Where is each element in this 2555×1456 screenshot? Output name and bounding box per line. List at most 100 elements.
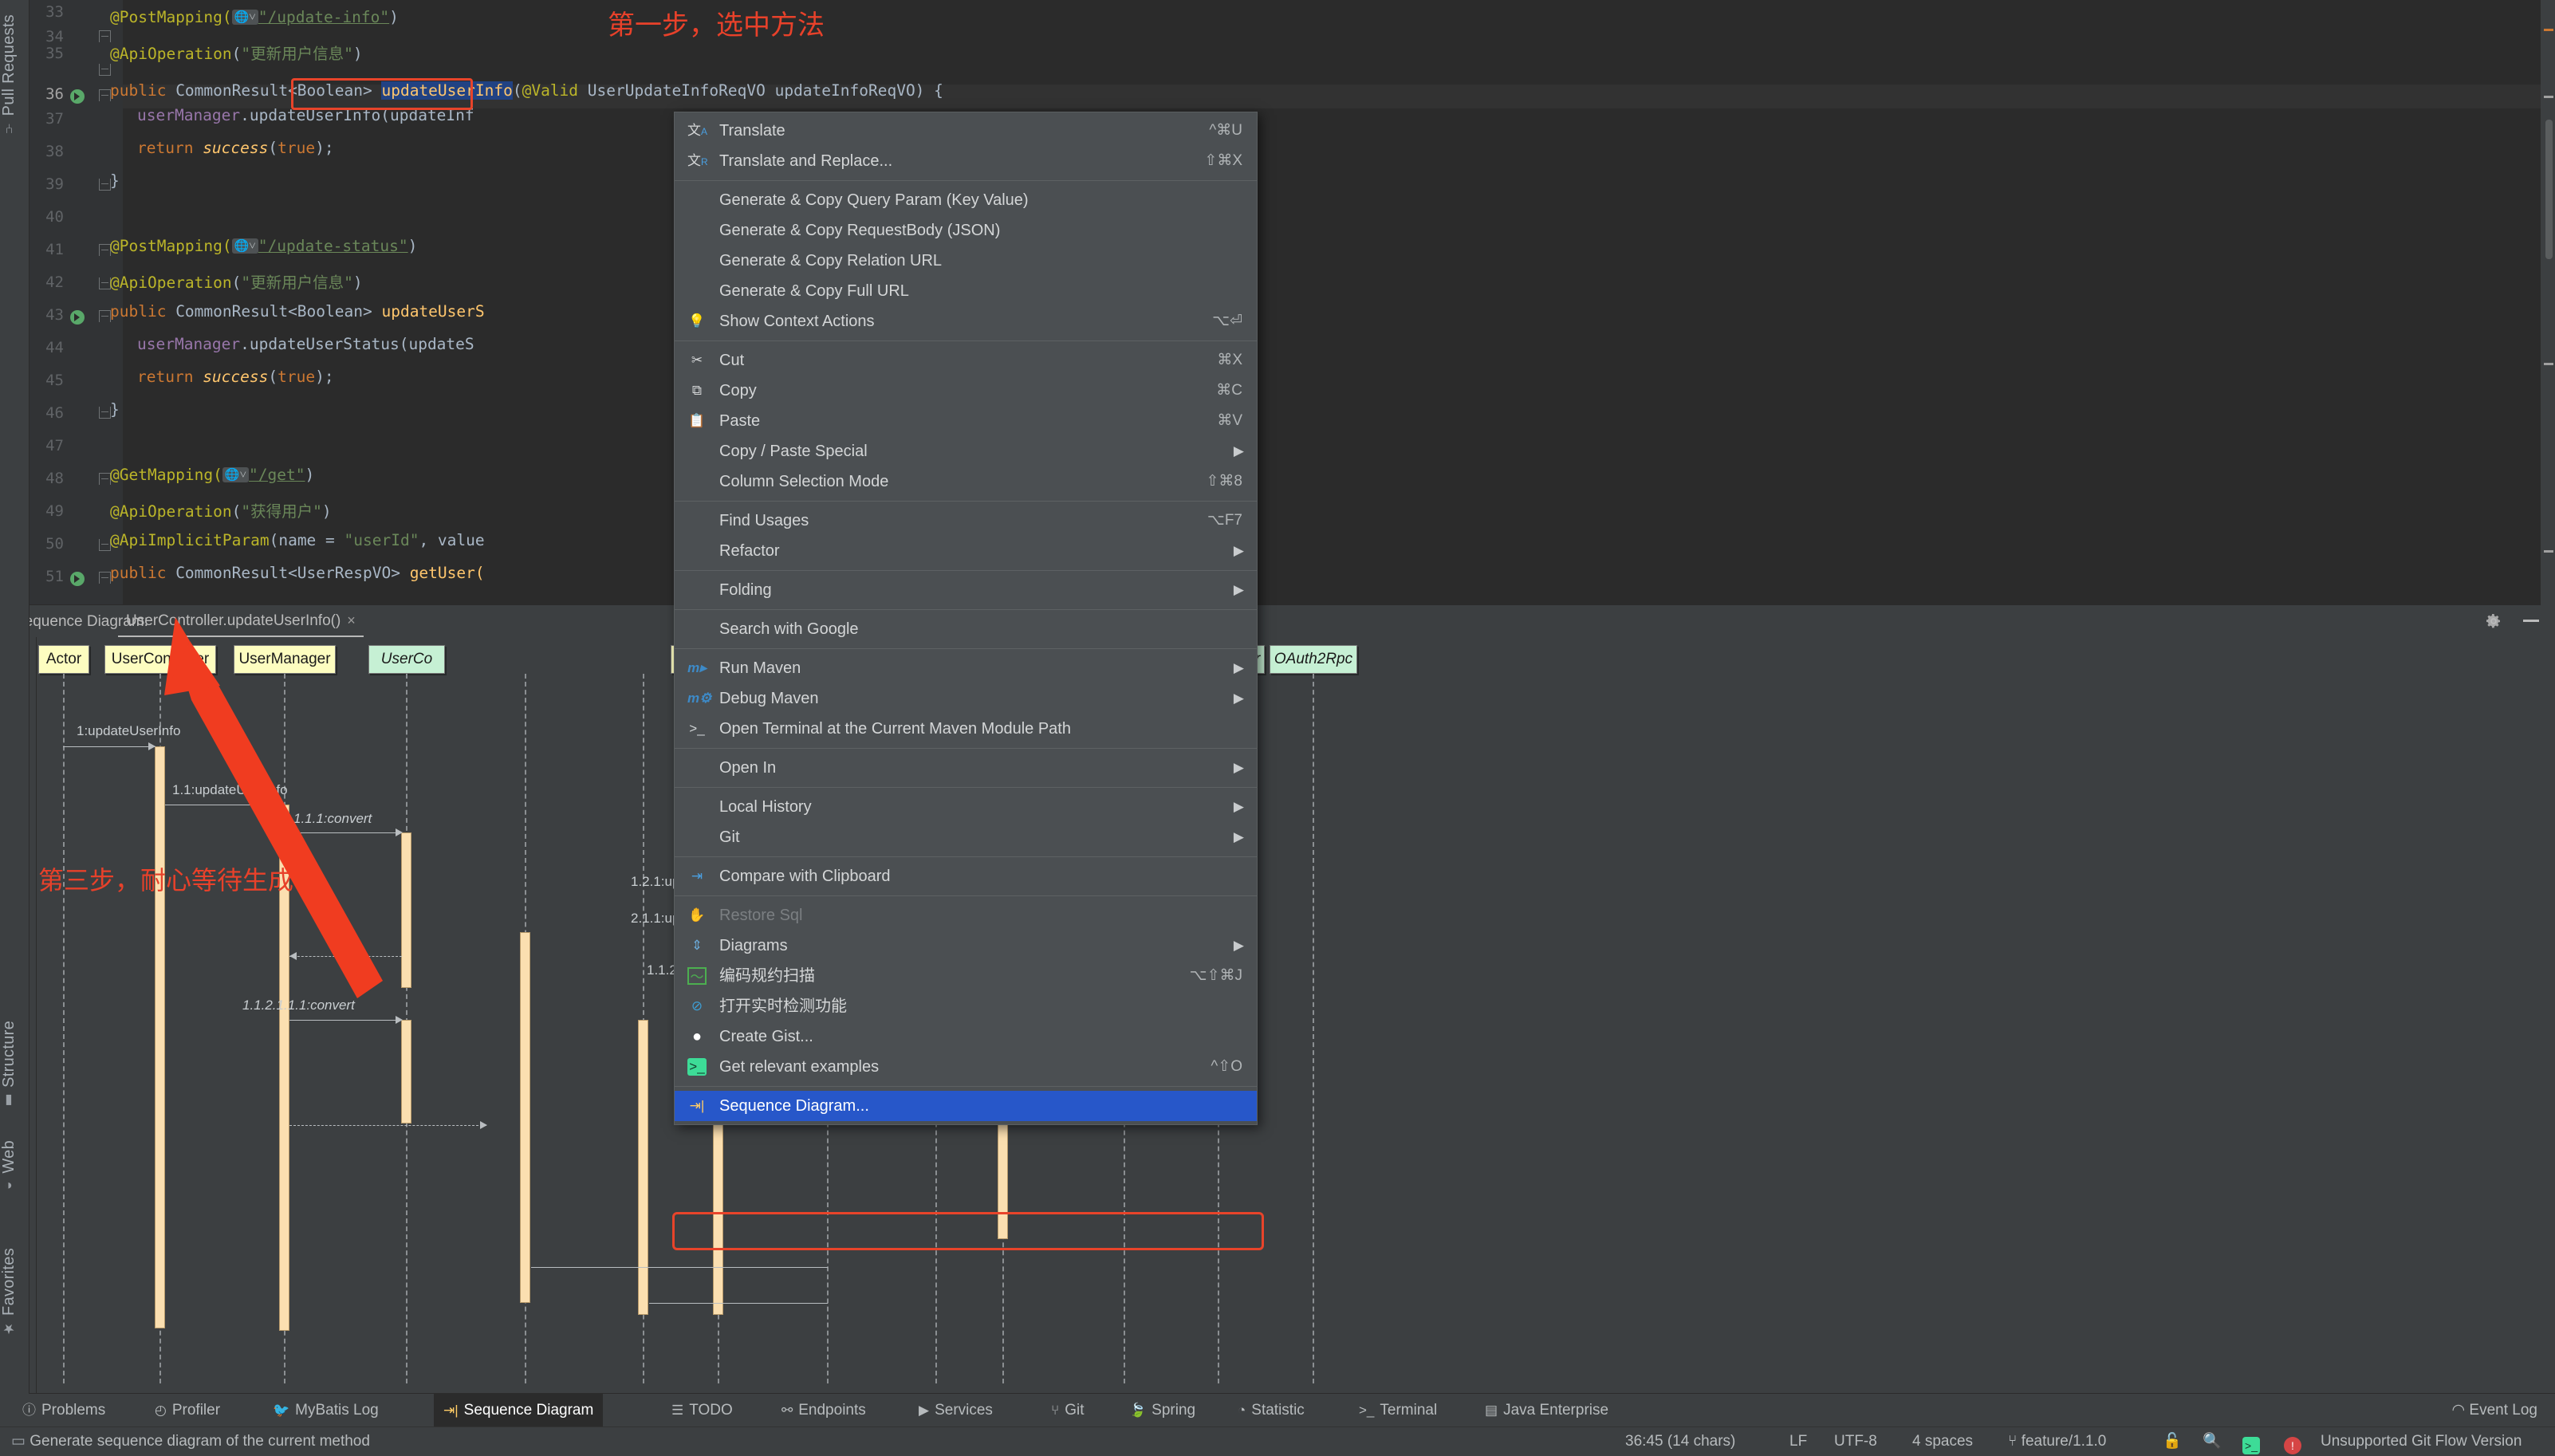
run-gutter-icon[interactable] — [70, 310, 85, 325]
gear-icon[interactable] — [2485, 612, 2502, 630]
menu-item-compare-with-clipboard[interactable]: ⇥ Compare with Clipboard — [675, 861, 1257, 891]
menu-item-shortcut: ⌥F7 — [1207, 506, 1242, 536]
editor-context-menu[interactable]: 文A Translate ^⌘U 文R Translate and Replac… — [674, 112, 1258, 1125]
menu-item-generate-relation-url[interactable]: Generate & Copy Relation URL — [675, 246, 1257, 276]
menu-item-diagrams[interactable]: ⇕ Diagrams ▶ — [675, 931, 1257, 961]
menu-item-sequence-diagram[interactable]: ⇥| Sequence Diagram... — [675, 1091, 1257, 1121]
favorites-icon: ★ — [1, 1320, 16, 1336]
menu-item-column-selection-mode[interactable]: Column Selection Mode ⇧⌘8 — [675, 466, 1257, 497]
sidebar-tab-pull-requests[interactable]: ⑂ Pull Requests — [0, 14, 18, 134]
fold-handle[interactable] — [99, 179, 111, 191]
file-encoding[interactable]: UTF-8 — [1834, 1427, 1877, 1456]
line-separator[interactable]: LF — [1789, 1427, 1807, 1456]
menu-item-copy-paste-special[interactable]: Copy / Paste Special ▶ — [675, 436, 1257, 466]
fold-handle[interactable] — [99, 277, 111, 289]
menu-item-translate-and-replace[interactable]: 文R Translate and Replace... ⇧⌘X — [675, 146, 1257, 176]
menu-item-find-usages[interactable]: Find Usages ⌥F7 — [675, 506, 1257, 536]
fold-handle[interactable] — [99, 407, 111, 419]
bottom-tab-mybatis-log[interactable]: 🐦MyBatis Log — [263, 1394, 388, 1427]
menu-item-realtime-check[interactable]: ⊘ 打开实时检测功能 — [675, 991, 1257, 1021]
fold-handle[interactable] — [99, 244, 111, 256]
terminal-badge-icon[interactable]: >_ — [2242, 1427, 2260, 1456]
line-number: 48 — [32, 470, 64, 487]
scroll-marker[interactable] — [2544, 550, 2553, 553]
fold-handle[interactable] — [99, 473, 111, 485]
sequence-diagram-scrollbar[interactable] — [2541, 604, 2555, 1394]
menu-item-label: Diagrams — [719, 937, 788, 954]
code-text-area[interactable]: @PostMapping(🌐˅"/update-info") @ApiOpera… — [123, 0, 2541, 604]
menu-item-local-history[interactable]: Local History ▶ — [675, 792, 1257, 822]
scrollbar-thumb[interactable] — [2545, 120, 2553, 259]
indent-setting[interactable]: 4 spaces — [1912, 1427, 1973, 1456]
sidebar-tab-web[interactable]: ◐ Web — [0, 1140, 18, 1194]
menu-item-label: Find Usages — [719, 512, 809, 529]
sidebar-tab-structure[interactable]: ▮ Structure — [0, 1021, 18, 1108]
menu-item-paste[interactable]: 📋 Paste ⌘V — [675, 406, 1257, 436]
menu-item-search-with-google[interactable]: Search with Google — [675, 614, 1257, 644]
bottom-tool-window-bar: ⓘProblems ◴Profiler 🐦MyBatis Log ⇥|Seque… — [0, 1393, 2555, 1427]
code-editor[interactable]: 33 34 35 36 37 38 39 40 41 42 43 44 45 4… — [29, 0, 2541, 604]
bottom-tab-git[interactable]: ⑂Git — [1041, 1394, 1093, 1427]
fold-handle[interactable] — [99, 310, 111, 322]
event-log-button[interactable]: ◠ Event Log — [2452, 1394, 2537, 1427]
caret-position[interactable]: 36:45 (14 chars) — [1625, 1427, 1735, 1456]
menu-item-get-relevant-examples[interactable]: >_ Get relevant examples ^⇧O — [675, 1052, 1257, 1082]
menu-item-translate[interactable]: 文A Translate ^⌘U — [675, 116, 1257, 146]
participant-oauth2rpc[interactable]: OAuth2Rpc — [1270, 645, 1357, 674]
menu-item-debug-maven[interactable]: m⚙ Debug Maven ▶ — [675, 683, 1257, 714]
menu-item-open-terminal-maven[interactable]: >_ Open Terminal at the Current Maven Mo… — [675, 714, 1257, 744]
menu-item-open-in[interactable]: Open In ▶ — [675, 753, 1257, 783]
run-gutter-icon[interactable] — [70, 89, 85, 104]
scroll-marker[interactable] — [2544, 363, 2553, 365]
bottom-tab-problems[interactable]: ⓘProblems — [13, 1394, 115, 1427]
menu-item-refactor[interactable]: Refactor ▶ — [675, 536, 1257, 566]
menu-item-generate-query-param[interactable]: Generate & Copy Query Param (Key Value) — [675, 185, 1257, 215]
editor-gutter[interactable]: 33 34 35 36 37 38 39 40 41 42 43 44 45 4… — [29, 0, 123, 604]
inspector-icon[interactable]: 🔍 — [2203, 1427, 2222, 1456]
menu-item-generate-full-url[interactable]: Generate & Copy Full URL — [675, 276, 1257, 306]
lock-icon[interactable]: 🔓 — [2163, 1427, 2182, 1456]
fold-handle[interactable] — [99, 64, 111, 76]
participant-actor[interactable]: Actor — [38, 645, 89, 674]
menu-item-copy[interactable]: ⧉ Copy ⌘C — [675, 376, 1257, 406]
bottom-tab-services[interactable]: ▶Services — [909, 1394, 1002, 1427]
error-badge-icon[interactable]: ! — [2284, 1427, 2301, 1456]
bottom-tab-spring[interactable]: 🍃Spring — [1120, 1394, 1205, 1427]
bottom-tab-terminal[interactable]: >_Terminal — [1349, 1394, 1447, 1427]
menu-item-label: Generate & Copy Full URL — [719, 282, 909, 300]
menu-item-label: Compare with Clipboard — [719, 868, 891, 885]
fold-handle[interactable] — [99, 572, 111, 584]
line-number: 49 — [32, 502, 64, 520]
editor-scrollbar[interactable] — [2541, 0, 2555, 604]
menu-item-label: Local History — [719, 798, 812, 816]
fold-handle[interactable] — [99, 89, 111, 101]
menu-item-run-maven[interactable]: m▸ Run Maven ▶ — [675, 653, 1257, 683]
menu-item-git[interactable]: Git ▶ — [675, 822, 1257, 852]
statistic-icon: ◔ — [1238, 1403, 1246, 1418]
git-flow-warning[interactable]: Unsupported Git Flow Version — [2321, 1427, 2522, 1456]
bottom-tab-label: Statistic — [1251, 1402, 1305, 1419]
sidebar-tab-favorites[interactable]: ★ Favorites — [0, 1248, 18, 1336]
bottom-tab-todo[interactable]: ☰TODO — [662, 1394, 742, 1427]
fold-handle[interactable] — [99, 30, 111, 42]
menu-item-generate-requestbody[interactable]: Generate & Copy RequestBody (JSON) — [675, 215, 1257, 246]
menu-item-code-scan[interactable]: 〜 编码规约扫描 ⌥⇧⌘J — [675, 961, 1257, 991]
git-icon: ⑂ — [1051, 1403, 1059, 1418]
menu-item-create-gist[interactable]: ● Create Gist... — [675, 1021, 1257, 1052]
fold-handle[interactable] — [99, 539, 111, 551]
scroll-marker[interactable] — [2544, 29, 2553, 31]
bottom-tab-sequence-diagram[interactable]: ⇥|Sequence Diagram — [434, 1394, 603, 1427]
scroll-marker[interactable] — [2544, 96, 2553, 98]
code-token-url: "/update-info" — [258, 8, 389, 26]
minimize-icon[interactable] — [2523, 620, 2541, 637]
branch-indicator[interactable]: ⑂ feature/1.1.0 — [2008, 1427, 2106, 1456]
menu-item-cut[interactable]: ✂ Cut ⌘X — [675, 345, 1257, 376]
bottom-tab-java-enterprise[interactable]: ▤Java Enterprise — [1475, 1394, 1618, 1427]
bottom-tab-endpoints[interactable]: ⚯Endpoints — [772, 1394, 876, 1427]
menu-item-show-context-actions[interactable]: 💡 Show Context Actions ⌥⏎ — [675, 306, 1257, 336]
menu-item-folding[interactable]: Folding ▶ — [675, 575, 1257, 605]
bottom-tab-profiler[interactable]: ◴Profiler — [145, 1394, 230, 1427]
run-gutter-icon[interactable] — [70, 572, 85, 586]
menu-item-label: Paste — [719, 412, 760, 430]
bottom-tab-statistic[interactable]: ◔ Statistic — [1228, 1394, 1314, 1427]
